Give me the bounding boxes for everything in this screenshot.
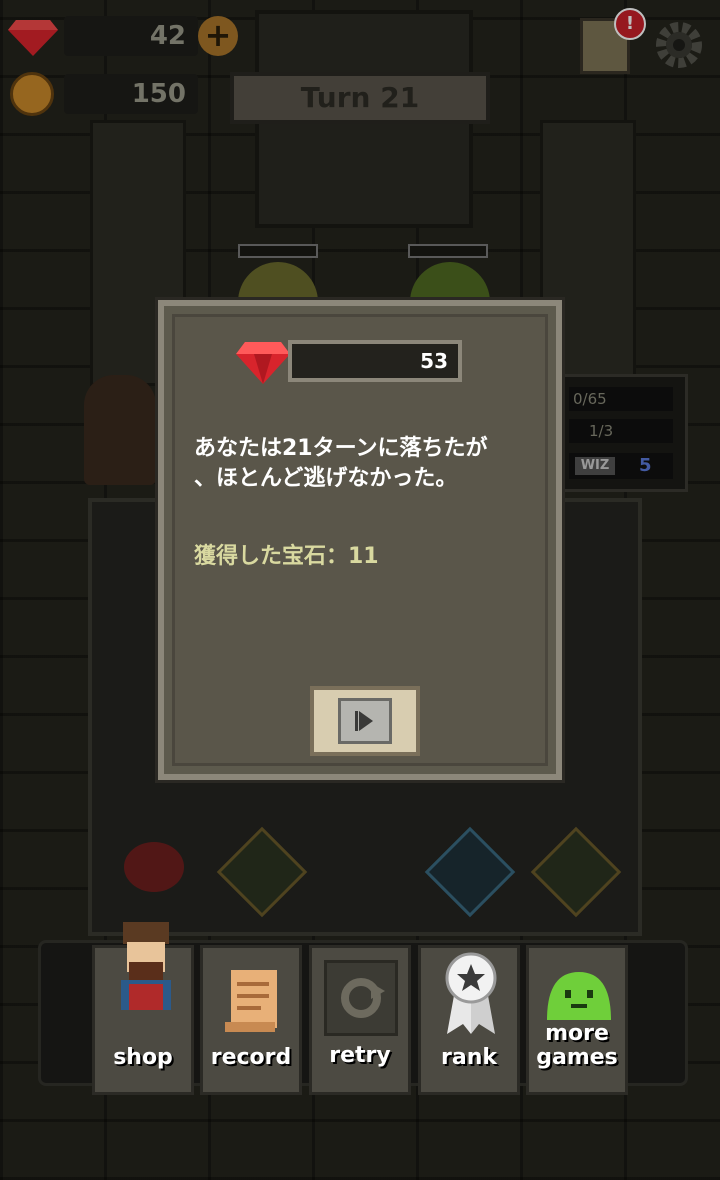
more-games-label-line1: more — [545, 1021, 609, 1046]
more-games-label-line2: games — [536, 1045, 618, 1070]
retry-label: retry — [329, 1043, 391, 1068]
rank-label: rank — [441, 1045, 497, 1070]
ribbon-icon — [441, 950, 501, 1036]
gem-icon — [236, 338, 290, 384]
result-message-line1: あなたは21ターンに落ちたが — [194, 436, 488, 461]
gem-total: 53 — [288, 340, 462, 382]
rank-button[interactable]: rank — [418, 945, 520, 1095]
retry-icon — [324, 960, 398, 1036]
record-button[interactable]: record — [200, 945, 302, 1095]
result-message: あなたは21ターンに落ちたが 、ほとんど逃げなかった。 — [194, 434, 544, 494]
gems-earned: 獲得した宝石：11 — [194, 544, 379, 569]
play-icon — [338, 698, 392, 744]
game-over-dialog: 53 あなたは21ターンに落ちたが 、ほとんど逃げなかった。 獲得した宝石：11 — [158, 300, 562, 780]
retry-button[interactable]: retry — [309, 945, 411, 1095]
merchant-icon — [115, 922, 177, 1022]
continue-button[interactable] — [310, 686, 420, 756]
slime-icon — [543, 968, 615, 1024]
scroll-icon — [221, 964, 287, 1036]
record-label: record — [210, 1045, 292, 1070]
result-message-line2: 、ほとんど逃げなかった。 — [194, 466, 458, 491]
more-games-button[interactable]: more games — [526, 945, 628, 1095]
shop-button[interactable]: shop — [92, 922, 194, 1095]
shop-label: shop — [113, 1045, 173, 1070]
